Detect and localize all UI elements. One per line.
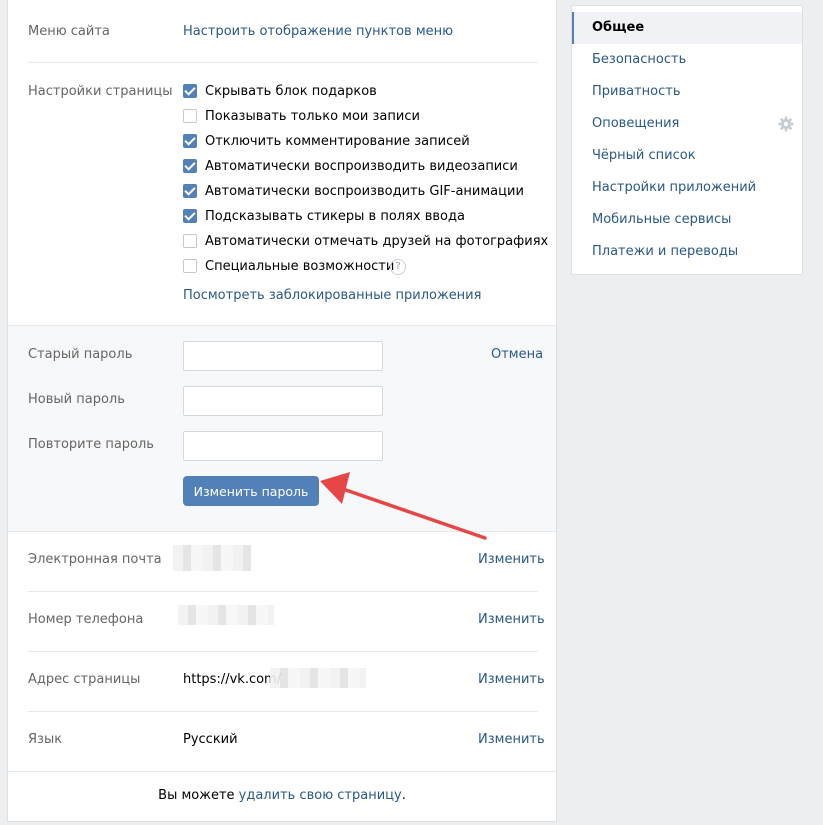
sidebar-item-mobile-services[interactable]: Мобильные сервисы [572, 204, 802, 236]
sidebar-item-blacklist[interactable]: Чёрный список [572, 140, 802, 172]
sidebar-item-notifications[interactable]: Оповещения [572, 108, 802, 140]
sidebar-item-app-settings[interactable]: Настройки приложений [572, 172, 802, 204]
sidebar-item-payments[interactable]: Платежи и переводы [572, 236, 802, 268]
sidebar-item-security[interactable]: Безопасность [572, 44, 802, 76]
settings-sidebar: Общее Безопасность Приватность Оповещени… [571, 5, 803, 275]
gear-icon[interactable] [778, 116, 794, 132]
sidebar-item-label: Оповещения [592, 116, 680, 131]
sidebar-item-privacy[interactable]: Приватность [572, 76, 802, 108]
sidebar-item-general[interactable]: Общее [572, 12, 802, 44]
